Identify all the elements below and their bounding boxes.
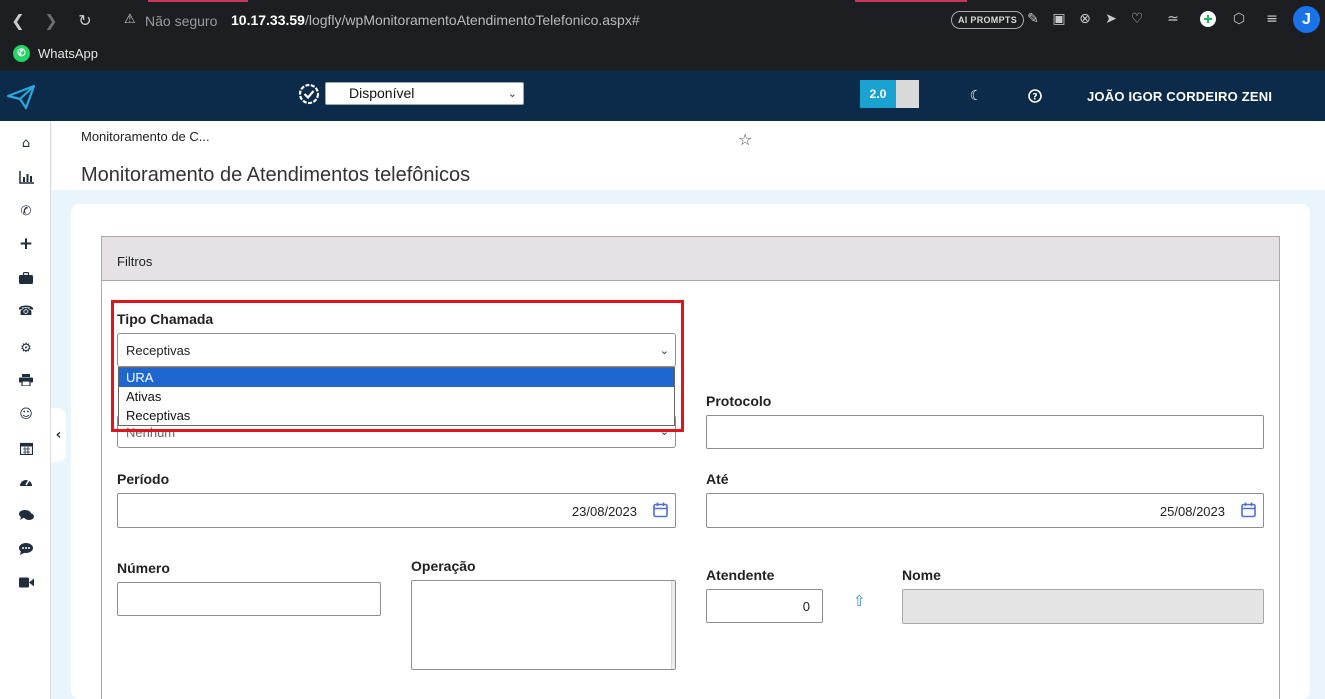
- ate-date-value: 25/08/2023: [1159, 504, 1225, 519]
- tab-accent-line: [148, 0, 248, 2]
- filters-panel-title: Filtros: [102, 237, 1279, 281]
- edit-icon[interactable]: ✎: [1024, 10, 1042, 28]
- gear-icon[interactable]: ⚙: [15, 338, 37, 358]
- calendar-icon[interactable]: [15, 438, 37, 458]
- ate-date-input[interactable]: 25/08/2023: [706, 493, 1264, 528]
- operacao-label: Operação: [411, 558, 476, 574]
- tab-accent-line: [855, 0, 967, 2]
- url-host: 10.17.33.59: [231, 12, 305, 28]
- page-header: Monitoramento de C... ☆ Monitoramento de…: [52, 121, 1325, 190]
- nome-input: [902, 589, 1264, 624]
- profile-avatar[interactable]: J: [1293, 6, 1320, 33]
- printer-icon[interactable]: [15, 370, 37, 390]
- arrow-up-icon[interactable]: ⇧: [853, 592, 866, 610]
- briefcase-icon[interactable]: [15, 268, 37, 288]
- operacao-textarea[interactable]: [411, 580, 676, 670]
- camera-icon[interactable]: ▣: [1050, 10, 1068, 28]
- status-select-value: Disponível: [349, 85, 415, 101]
- version-label: 2.0: [860, 80, 896, 108]
- version-toggle-knob: [896, 80, 919, 108]
- atendente-label: Atendente: [706, 567, 775, 583]
- tipo-chamada-dropdown: URA Ativas Receptivas: [118, 367, 675, 426]
- address-bar[interactable]: 10.17.33.59/logfly/wpMonitoramentoAtendi…: [231, 12, 640, 28]
- chevron-down-icon: ⌄: [507, 87, 517, 100]
- atendente-value: 0: [802, 599, 810, 614]
- home-icon[interactable]: ⌂: [15, 133, 37, 153]
- sidebar-collapse-button[interactable]: ‹: [51, 408, 66, 462]
- paper-plane-logo-icon[interactable]: [6, 84, 36, 110]
- add-circle-icon[interactable]: [1199, 10, 1217, 28]
- user-name[interactable]: JOÃO IGOR CORDEIRO ZENI: [1087, 89, 1272, 104]
- status-check-icon: [298, 83, 320, 105]
- breadcrumb[interactable]: Monitoramento de C...: [81, 129, 210, 144]
- dashboard-icon[interactable]: [15, 471, 37, 491]
- favorite-star-icon[interactable]: ☆: [738, 130, 752, 149]
- chevron-left-icon: ‹: [55, 427, 62, 443]
- bar-chart-icon[interactable]: [15, 167, 37, 187]
- textarea-scrollbar[interactable]: [671, 581, 675, 669]
- moon-icon[interactable]: ☾: [967, 87, 985, 105]
- dropdown-option-ativas[interactable]: Ativas: [119, 387, 674, 406]
- phone-icon[interactable]: ☎: [15, 301, 37, 321]
- numero-input[interactable]: [117, 582, 381, 616]
- status-select[interactable]: Disponível ⌄: [325, 82, 524, 105]
- plus-icon[interactable]: +: [15, 234, 37, 254]
- ate-label: Até: [706, 471, 729, 487]
- calendar-icon[interactable]: [653, 502, 668, 518]
- menu-icon[interactable]: ≡: [1263, 10, 1281, 28]
- dropdown-option-receptivas[interactable]: Receptivas: [119, 406, 674, 425]
- svg-text:?: ?: [1032, 93, 1037, 103]
- help-icon[interactable]: ?: [1026, 87, 1044, 105]
- browser-toolbar: ❮ ❯ ↻ ⚠ Não seguro 10.17.33.59/logfly/wp…: [0, 0, 1325, 71]
- smile-icon[interactable]: ☺: [15, 404, 37, 424]
- periodo-date-value: 23/08/2023: [571, 504, 637, 519]
- protocolo-label: Protocolo: [706, 393, 772, 409]
- url-path: /logfly/wpMonitoramentoAtendimentoTelefo…: [304, 12, 640, 28]
- calendar-icon[interactable]: [1241, 502, 1256, 518]
- protocolo-input[interactable]: [706, 415, 1264, 449]
- forward-icon[interactable]: ❯: [40, 9, 62, 31]
- dropdown-option-ura[interactable]: URA: [119, 368, 674, 387]
- translate-icon[interactable]: ≃: [1164, 10, 1182, 28]
- whatsapp-icon[interactable]: ✆: [15, 201, 37, 221]
- periodo-label: Período: [117, 471, 170, 487]
- atendente-input[interactable]: 0: [706, 589, 823, 623]
- bookmark-whatsapp[interactable]: ✆ WhatsApp: [13, 44, 98, 62]
- block-icon[interactable]: ⊗: [1076, 10, 1094, 28]
- version-toggle[interactable]: 2.0: [860, 80, 919, 108]
- app-header: Disponível ⌄ 2.0 ☾ ? JOÃO IGOR CORDEIRO …: [0, 71, 1325, 121]
- ai-prompts-button[interactable]: AI PROMPTS: [951, 11, 1025, 29]
- nome-label: Nome: [902, 567, 941, 583]
- reload-icon[interactable]: ↻: [74, 9, 96, 31]
- sidebar: ⌂ ✆ + ☎ ⚙ ☺: [0, 121, 51, 699]
- whatsapp-icon: ✆: [13, 44, 30, 62]
- warning-icon[interactable]: ⚠: [124, 12, 136, 27]
- periodo-date-input[interactable]: 23/08/2023: [117, 493, 676, 528]
- back-icon[interactable]: ❮: [7, 9, 29, 31]
- page-title: Monitoramento de Atendimentos telefônico…: [81, 164, 471, 186]
- comments-icon[interactable]: [15, 505, 37, 525]
- heart-icon[interactable]: ♡: [1128, 10, 1146, 28]
- cube-icon[interactable]: ⬡: [1230, 10, 1248, 28]
- video-icon[interactable]: [15, 572, 37, 592]
- filters-card: Filtros: [71, 204, 1310, 699]
- security-status[interactable]: Não seguro: [145, 13, 217, 29]
- numero-label: Número: [117, 560, 170, 576]
- send-icon[interactable]: ➤: [1102, 10, 1120, 28]
- comment-dots-icon[interactable]: [15, 539, 37, 559]
- bookmark-label: WhatsApp: [38, 45, 98, 61]
